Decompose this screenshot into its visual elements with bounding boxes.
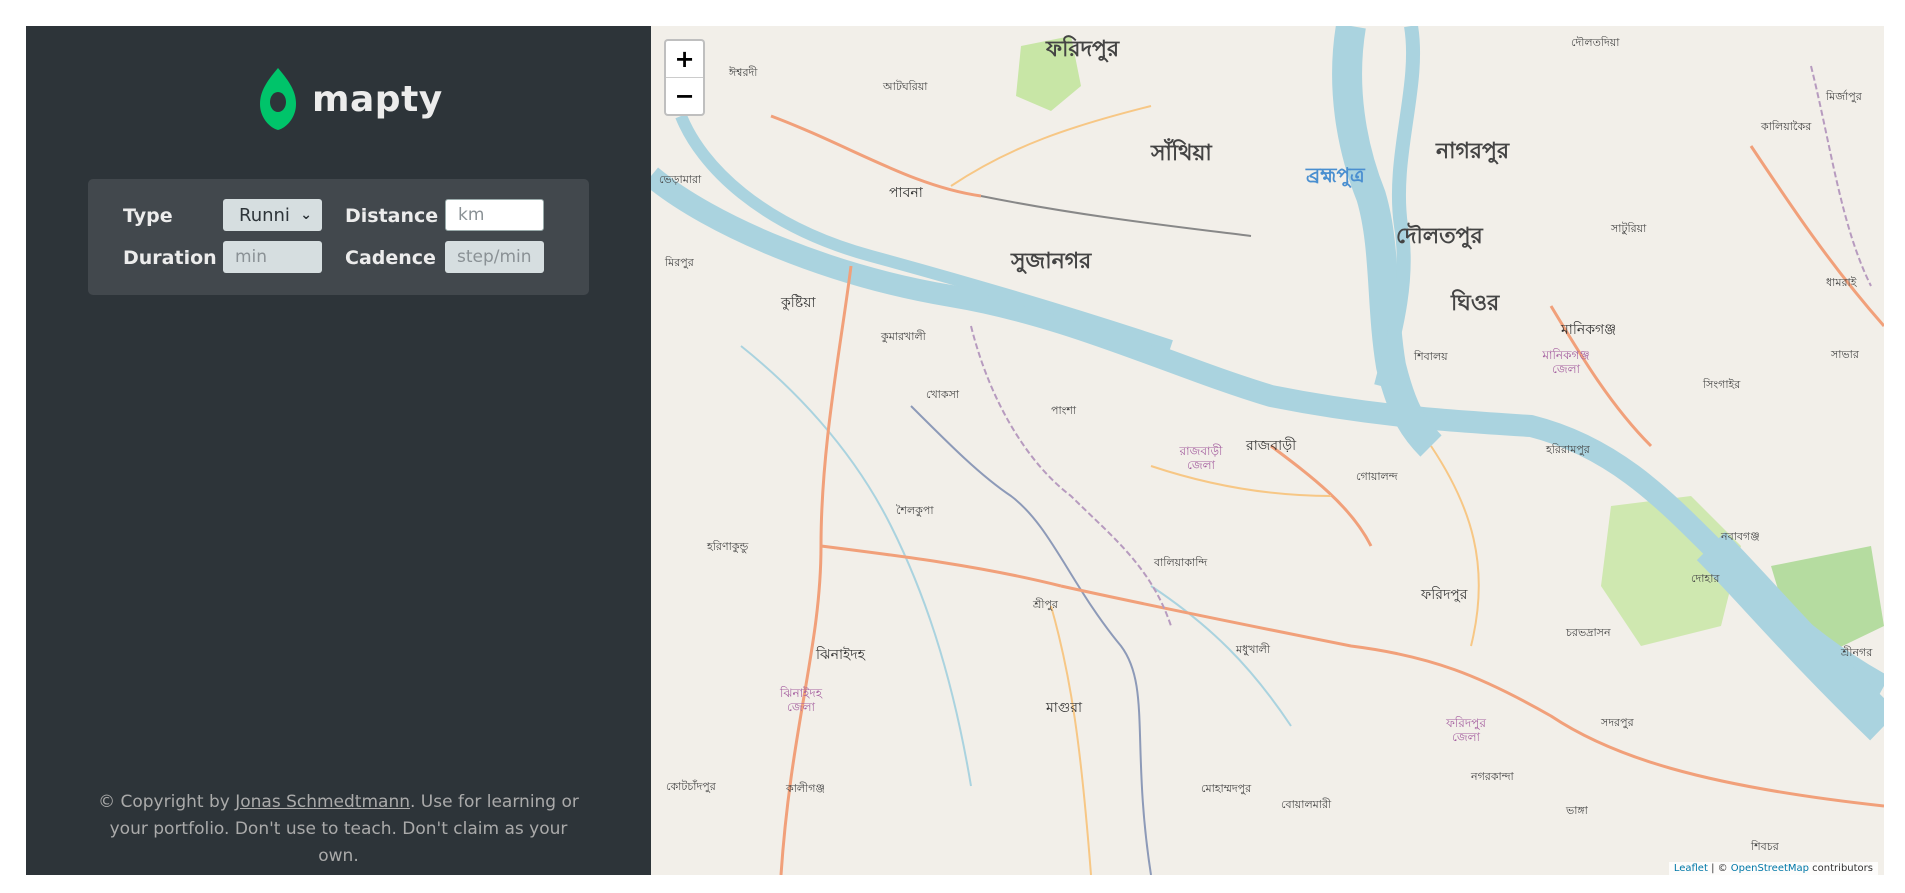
road xyxy=(950,105,1152,187)
road xyxy=(820,544,1062,588)
map-label: শিবচর xyxy=(1751,840,1779,853)
map-label: আটঘরিয়া xyxy=(883,80,928,93)
map-label: বালিয়াকান্দি xyxy=(1154,556,1208,569)
map-label: শিবালয় xyxy=(1414,350,1448,363)
map-label: ঘিওর xyxy=(1451,291,1500,316)
leaflet-link[interactable]: Leaflet xyxy=(1674,863,1708,874)
form-spacer xyxy=(322,241,345,275)
map-label: ফরিদপুর xyxy=(1046,37,1120,62)
road xyxy=(1749,145,1884,327)
osm-link[interactable]: OpenStreetMap xyxy=(1731,863,1809,874)
cadence-label: Cadence xyxy=(345,247,436,269)
sidebar: mapty Type Runni ⌄ Distance Duration Cad… xyxy=(26,26,651,875)
map-label: মানিকগঞ্জ জেলা xyxy=(1542,348,1590,376)
type-label: Type xyxy=(123,205,173,227)
author-link[interactable]: Jonas Schmedtmann xyxy=(235,792,410,812)
stream xyxy=(740,345,972,787)
map-label: কালিয়াকৈর xyxy=(1761,120,1812,133)
copyright-prefix: © Copyright by xyxy=(98,792,236,812)
district-boundary xyxy=(970,325,1172,627)
map-label: ফরিদপুর জেলা xyxy=(1446,716,1486,744)
map-label: নগরকান্দা xyxy=(1471,770,1514,783)
form-spacer xyxy=(322,199,345,233)
type-select[interactable]: Runni ⌄ xyxy=(223,199,322,231)
chevron-down-icon: ⌄ xyxy=(300,207,312,223)
map-label: দৌলতপুর xyxy=(1396,224,1483,249)
map-label: মির্জাপুর xyxy=(1826,90,1862,103)
map-label: বোয়ালমারী xyxy=(1281,798,1332,811)
map[interactable]: ফরিদপুর সাঁথিয়া নাগরপুর ব্রহ্মপুত্র দৌল… xyxy=(651,26,1884,875)
map-label: সাটুরিয়া xyxy=(1611,222,1647,235)
map-label: মোহাম্মদপুর xyxy=(1201,782,1252,795)
map-pin-icon xyxy=(260,68,296,130)
attribution-separator: | © xyxy=(1707,863,1731,874)
zoom-control: + − xyxy=(664,39,705,116)
map-label: সুজানগর xyxy=(1011,249,1092,274)
map-label: কুমারখালী xyxy=(881,330,926,343)
map-label: হরিরামপুর xyxy=(1546,443,1590,456)
map-label: সাভার xyxy=(1831,348,1859,361)
map-label: চরভদ্রাসন xyxy=(1566,626,1611,639)
map-label: শৈলকুপা xyxy=(896,504,934,517)
map-label: পাবনা xyxy=(889,185,923,201)
duration-label: Duration xyxy=(123,247,217,269)
map-label: ঝিনাইদহ xyxy=(816,647,866,663)
map-label: নাগরপুর xyxy=(1436,139,1510,164)
distance-label: Distance xyxy=(345,205,439,227)
distance-input[interactable] xyxy=(445,199,544,231)
map-label: নবাবগঞ্জ xyxy=(1721,530,1760,543)
map-label: ভাঙ্গা xyxy=(1566,804,1588,817)
logo: mapty xyxy=(258,64,443,134)
map-label: ব্রহ্মপুত্র xyxy=(1306,163,1365,187)
map-label: সিংগাইর xyxy=(1703,378,1741,391)
map-attribution: Leaflet | © OpenStreetMap contributors xyxy=(1668,862,1878,875)
map-label: মধুখালী xyxy=(1236,643,1271,656)
map-label: সদরপুর xyxy=(1601,716,1634,729)
road xyxy=(1050,605,1092,875)
map-label: ধামরাই xyxy=(1826,276,1857,289)
map-label: সাঁথিয়া xyxy=(1151,141,1212,166)
map-label: রাজবাড়ী xyxy=(1246,438,1297,454)
map-label: হরিণাকুন্ডু xyxy=(707,540,749,553)
zoom-in-button[interactable]: + xyxy=(666,41,703,77)
map-label: মানিকগঞ্জ xyxy=(1561,322,1617,338)
map-label: ফরিদপুর xyxy=(1421,587,1468,603)
road xyxy=(980,195,1252,237)
cadence-input[interactable] xyxy=(445,241,544,273)
app-container: mapty Type Runni ⌄ Distance Duration Cad… xyxy=(26,26,1884,875)
zoom-out-button[interactable]: − xyxy=(666,77,703,114)
map-label: রাজবাড়ী জেলা xyxy=(1179,444,1223,472)
map-label: ঈশ্বরদী xyxy=(729,66,758,79)
map-label: দৌলতদিয়া xyxy=(1571,36,1620,49)
road xyxy=(770,114,982,198)
copyright-text: © Copyright by Jonas Schmedtmann. Use fo… xyxy=(26,789,651,870)
duration-input[interactable] xyxy=(223,241,322,273)
map-label: গোয়ালন্দ xyxy=(1356,470,1398,483)
map-label: পাংশা xyxy=(1051,404,1077,417)
map-label: খোকসা xyxy=(926,388,960,401)
logo-text: mapty xyxy=(312,78,443,120)
stream xyxy=(910,405,1152,875)
workout-form: Type Runni ⌄ Distance Duration Cadence xyxy=(88,179,589,295)
map-label: কুষ্টিয়া xyxy=(781,295,816,311)
map-label: মাগুরা xyxy=(1046,700,1083,716)
attribution-suffix: contributors xyxy=(1809,863,1873,874)
map-label: ঝিনাইদহ জেলা xyxy=(779,686,822,714)
map-label: ভেড়ামারা xyxy=(659,173,702,186)
map-label: কালীগঞ্জ xyxy=(786,782,825,795)
road xyxy=(1430,445,1480,647)
map-label: দোহার xyxy=(1691,572,1720,585)
type-select-value: Runni xyxy=(239,204,290,226)
map-label: শ্রীনগর xyxy=(1841,646,1873,659)
map-label: কোটচাঁদপুর xyxy=(666,780,716,793)
map-label: শ্রীপুর xyxy=(1033,598,1058,611)
map-label: মিরপুর xyxy=(665,256,694,269)
